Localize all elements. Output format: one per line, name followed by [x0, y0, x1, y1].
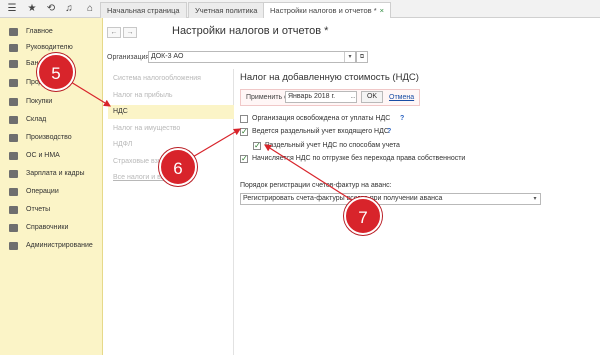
bank-icon — [9, 60, 18, 68]
open-icon[interactable]: ⧉ — [356, 51, 368, 63]
sidebar-item-reports[interactable]: Отчеты — [0, 202, 103, 218]
tab-accounting-policy[interactable]: Учетная политика — [188, 2, 265, 18]
tab-label: Начальная страница — [107, 6, 180, 15]
section-vat[interactable]: НДС — [108, 105, 234, 119]
grid-icon[interactable]: ☰ — [6, 3, 18, 15]
sales-icon — [9, 79, 18, 87]
checkbox-label: Раздельный учет НДС по способам учета — [265, 142, 400, 149]
home-icon[interactable]: ⌂ — [84, 3, 96, 15]
sidebar-item-label: Справочники — [26, 224, 69, 231]
operations-icon — [9, 188, 18, 196]
step-badge-5: 5 — [37, 53, 75, 91]
sidebar-item-administration[interactable]: Администрирование — [0, 238, 103, 254]
apply-label: Применить с: — [246, 94, 290, 101]
step-badge-7: 7 — [344, 197, 382, 235]
top-bar: ☰ ★ ⟲ ♫ ⌂ Начальная страница Учетная пол… — [0, 0, 600, 19]
sidebar-item-salary[interactable]: Зарплата и кадры — [0, 166, 103, 182]
help-icon[interactable]: ? — [400, 115, 404, 122]
book-icon — [9, 224, 18, 232]
main-content: ← → Настройки налогов и отчетов * Органи… — [103, 18, 600, 355]
sidebar-item-label: Администрирование — [26, 242, 93, 249]
checkbox-label: Начисляется НДС по отгрузке без перехода… — [252, 155, 466, 162]
close-icon[interactable]: × — [380, 6, 384, 15]
org-field[interactable]: ДОК-3 АО — [148, 51, 356, 63]
ok-button[interactable]: OK — [361, 91, 383, 103]
section-property-tax[interactable]: Налог на имущество — [108, 122, 234, 136]
sidebar-item-label: Главное — [26, 28, 53, 35]
reports-icon — [9, 206, 18, 214]
tab-label: Настройки налогов и отчетов * — [270, 6, 377, 15]
sidebar-item-label: Руководителю — [26, 44, 73, 51]
help-icon[interactable]: ? — [387, 128, 391, 135]
tab-tax-settings[interactable]: Настройки налогов и отчетов * × — [263, 2, 392, 19]
page-title: Настройки налогов и отчетов * — [172, 25, 329, 37]
sidebar-item-label: Зарплата и кадры — [26, 170, 85, 177]
sidebar-item-label: Отчеты — [26, 206, 51, 213]
sidebar-item-label: Склад — [26, 116, 47, 123]
section-taxation-system[interactable]: Система налогообложения — [108, 72, 234, 86]
bell-icon[interactable]: ♫ — [63, 3, 75, 15]
back-button[interactable]: ← — [107, 27, 121, 38]
tax-section-list: Система налогообложения Налог на прибыль… — [108, 69, 234, 355]
checkbox-separate-by-method[interactable]: ✓ — [253, 142, 261, 150]
invoice-registration-select[interactable]: Регистрировать счета-фактуры всегда при … — [240, 193, 541, 205]
people-icon — [9, 170, 18, 178]
sidebar-item-production[interactable]: Производство — [0, 130, 103, 146]
star-icon[interactable]: ★ — [26, 3, 38, 15]
sidebar-item-label: ОС и НМА — [26, 152, 60, 159]
assets-icon — [9, 152, 18, 160]
cancel-link[interactable]: Отмена — [389, 94, 414, 101]
sidebar-item-fixed-assets[interactable]: ОС и НМА — [0, 148, 103, 164]
sidebar-item-main[interactable]: Главное — [0, 24, 103, 40]
sidebar-item-directories[interactable]: Справочники — [0, 220, 103, 236]
history-icon[interactable]: ⟲ — [45, 3, 57, 15]
menu-icon — [9, 28, 18, 36]
sidebar-item-operations[interactable]: Операции — [0, 184, 103, 200]
gear-icon — [9, 242, 18, 250]
checkbox-vat-on-shipment[interactable]: ✓ — [240, 155, 248, 163]
apply-date-field[interactable]: Январь 2018 г. — [285, 91, 357, 103]
cart-icon — [9, 98, 18, 106]
checkbox-vat-exempt[interactable] — [240, 115, 248, 123]
tab-home[interactable]: Начальная страница — [100, 2, 187, 18]
sidebar-item-purchases[interactable]: Покупки — [0, 94, 103, 110]
org-label: Организация: — [107, 54, 152, 61]
sidebar-item-label: Операции — [26, 188, 59, 195]
invoice-registration-label: Порядок регистрации счетов-фактур на ава… — [240, 182, 392, 189]
sidebar-item-label: Производство — [26, 134, 72, 141]
factory-icon — [9, 134, 18, 142]
step-badge-6: 6 — [159, 148, 197, 186]
chevron-down-icon[interactable]: ▾ — [530, 194, 540, 204]
sidebar-item-label: Покупки — [26, 98, 53, 105]
forward-button[interactable]: → — [123, 27, 137, 38]
sidebar-item-warehouse[interactable]: Склад — [0, 112, 103, 128]
checkbox-separate-vat[interactable]: ✓ — [240, 128, 248, 136]
checkbox-label: Организация освобождена от уплаты НДС — [252, 115, 391, 122]
checkbox-label: Ведется раздельный учет входящего НДС — [252, 128, 389, 135]
section-title: Налог на добавленную стоимость (НДС) — [240, 72, 419, 83]
warehouse-icon — [9, 116, 18, 124]
tab-label: Учетная политика — [195, 6, 258, 15]
select-period-button[interactable]: ... — [349, 92, 357, 102]
chevron-down-icon[interactable]: ▾ — [344, 52, 355, 62]
chart-icon — [9, 44, 18, 52]
section-profit-tax[interactable]: Налог на прибыль — [108, 89, 234, 103]
